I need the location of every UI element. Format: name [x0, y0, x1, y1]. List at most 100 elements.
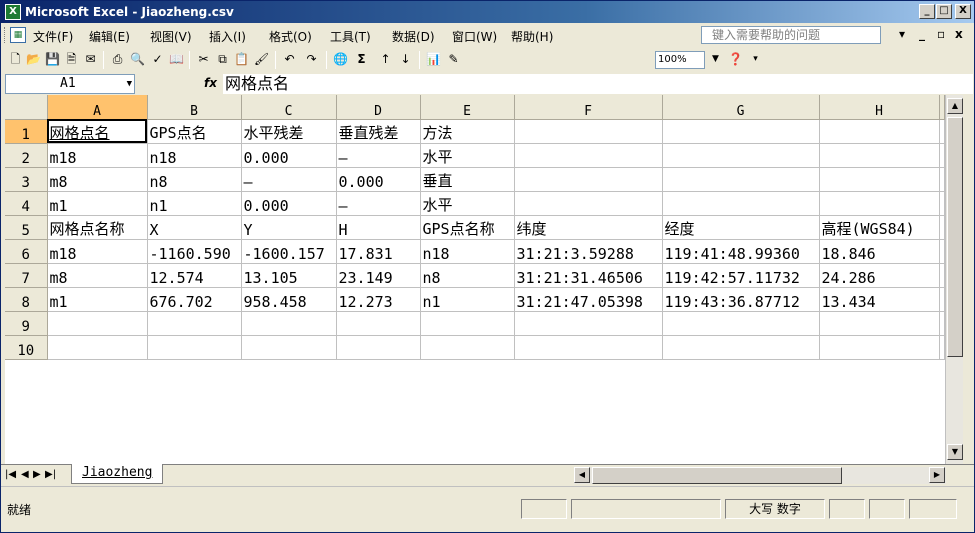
row-header[interactable]: 6 — [5, 239, 48, 264]
menu-tools[interactable]: 工具(T) — [330, 28, 371, 45]
cell[interactable]: 31:21:47.05398 — [514, 287, 663, 312]
column-header[interactable]: E — [420, 95, 515, 120]
cell[interactable] — [939, 143, 945, 168]
print-icon[interactable]: ⎙ — [109, 51, 126, 68]
row-header[interactable]: 9 — [5, 311, 48, 336]
cell[interactable]: m1 — [47, 191, 148, 216]
zoom-select[interactable]: 100% — [655, 51, 705, 69]
cell[interactable]: n1 — [147, 191, 242, 216]
column-header[interactable]: C — [241, 95, 337, 120]
cell[interactable] — [336, 335, 421, 360]
new-icon[interactable]: 🗋 — [7, 51, 24, 68]
cell[interactable] — [939, 215, 945, 240]
cell[interactable]: 纬度 — [514, 215, 663, 240]
cell[interactable]: 12.273 — [336, 287, 421, 312]
cell[interactable]: m18 — [47, 143, 148, 168]
cell[interactable] — [147, 335, 242, 360]
cell[interactable]: 24.286 — [819, 263, 940, 288]
cell[interactable] — [819, 335, 940, 360]
open-icon[interactable]: 📂 — [25, 51, 42, 68]
cell[interactable] — [514, 119, 663, 144]
cell[interactable] — [939, 239, 945, 264]
cell[interactable]: 119:41:48.99360 — [662, 239, 820, 264]
last-sheet-icon[interactable]: ▶| — [45, 469, 56, 480]
menu-view[interactable]: 视图(V) — [150, 28, 192, 45]
cell[interactable]: 水平 — [420, 143, 515, 168]
cell[interactable] — [420, 311, 515, 336]
menu-file[interactable]: 文件(F) — [33, 28, 73, 45]
cell[interactable] — [939, 287, 945, 312]
cell[interactable]: 水平 — [420, 191, 515, 216]
paste-icon[interactable]: 📋 — [233, 51, 250, 68]
cell[interactable]: n18 — [147, 143, 242, 168]
cell[interactable] — [47, 311, 148, 336]
scroll-down-icon[interactable]: ▼ — [947, 444, 963, 460]
cell[interactable] — [819, 143, 940, 168]
format-painter-icon[interactable]: 🖌 — [253, 51, 270, 68]
menu-format[interactable]: 格式(O) — [269, 28, 312, 45]
cell[interactable] — [939, 311, 945, 336]
cell[interactable]: m8 — [47, 167, 148, 192]
sort-descending-icon[interactable]: ↓ — [397, 51, 414, 68]
research-icon[interactable]: 📖 — [168, 51, 185, 68]
column-header[interactable]: H — [819, 95, 940, 120]
prev-sheet-icon[interactable]: ◀ — [21, 469, 29, 480]
column-header[interactable] — [939, 95, 945, 120]
cell[interactable]: 0.000 — [241, 143, 337, 168]
cell[interactable] — [939, 167, 945, 192]
cell[interactable]: 网格点名称 — [47, 215, 148, 240]
workbook-icon[interactable]: ▦ — [10, 27, 26, 43]
cell[interactable] — [939, 335, 945, 360]
cell[interactable]: X — [147, 215, 242, 240]
cell[interactable] — [662, 335, 820, 360]
cell[interactable]: n8 — [420, 263, 515, 288]
cell[interactable]: 经度 — [662, 215, 820, 240]
cell[interactable]: — — [241, 167, 337, 192]
cell[interactable] — [241, 335, 337, 360]
cell[interactable]: 0.000 — [241, 191, 337, 216]
cell[interactable] — [939, 263, 945, 288]
cell[interactable]: Y — [241, 215, 337, 240]
select-all-corner[interactable] — [5, 95, 48, 120]
cell[interactable]: 13.434 — [819, 287, 940, 312]
cell[interactable]: 13.105 — [241, 263, 337, 288]
cell[interactable]: n18 — [420, 239, 515, 264]
next-sheet-icon[interactable]: ▶ — [33, 469, 41, 480]
cell[interactable]: n1 — [420, 287, 515, 312]
row-header[interactable]: 5 — [5, 215, 48, 240]
cell[interactable]: m8 — [47, 263, 148, 288]
cell[interactable]: H — [336, 215, 421, 240]
excel-app-icon[interactable]: X — [5, 4, 21, 20]
cell[interactable]: 18.846 — [819, 239, 940, 264]
cell[interactable]: 0.000 — [336, 167, 421, 192]
drawing-icon[interactable]: ✎ — [445, 51, 462, 68]
name-box-dropdown-icon[interactable]: ▼ — [127, 75, 132, 93]
cell[interactable] — [514, 191, 663, 216]
cell[interactable]: 方法 — [420, 119, 515, 144]
spelling-icon[interactable]: ✓ — [149, 51, 166, 68]
name-box[interactable]: A1 ▼ — [5, 74, 135, 94]
column-header[interactable]: G — [662, 95, 820, 120]
cell[interactable]: — — [336, 143, 421, 168]
cell[interactable] — [819, 191, 940, 216]
cell[interactable] — [514, 335, 663, 360]
chart-wizard-icon[interactable]: 📊 — [425, 51, 442, 68]
cell[interactable]: 水平残差 — [241, 119, 337, 144]
cell[interactable]: 119:43:36.87712 — [662, 287, 820, 312]
toolbar-options-icon[interactable]: ▾ — [747, 51, 764, 68]
cell[interactable]: 23.149 — [336, 263, 421, 288]
email-icon[interactable]: ✉ — [82, 51, 99, 68]
help-dropdown-icon[interactable]: ▾ — [899, 27, 905, 41]
vertical-scrollbar[interactable]: ▲ ▼ — [945, 95, 963, 464]
menu-data[interactable]: 数据(D) — [392, 28, 435, 45]
cell[interactable] — [662, 311, 820, 336]
cell[interactable]: — — [336, 191, 421, 216]
cell[interactable]: 17.831 — [336, 239, 421, 264]
cell[interactable] — [147, 311, 242, 336]
cell[interactable] — [336, 311, 421, 336]
row-header[interactable]: 10 — [5, 335, 48, 360]
cell[interactable] — [662, 143, 820, 168]
row-header[interactable]: 3 — [5, 167, 48, 192]
maximize-button[interactable]: □ — [936, 4, 952, 19]
column-header[interactable]: B — [147, 95, 242, 120]
